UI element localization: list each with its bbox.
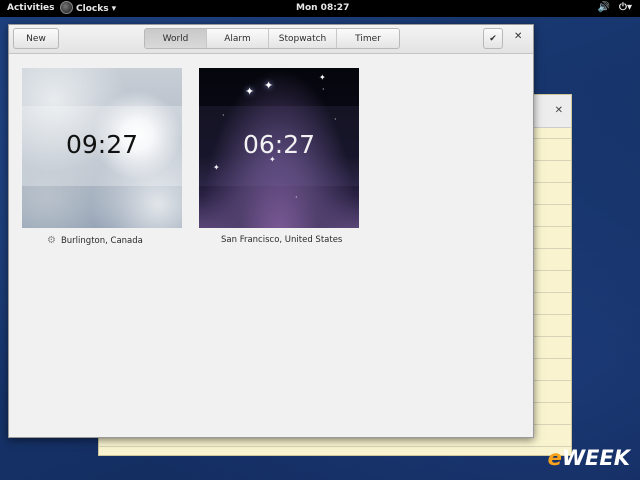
chevron-down-icon: ▾	[111, 3, 117, 14]
star-decoration: ·	[322, 85, 325, 94]
close-icon[interactable]: ✕	[514, 31, 522, 42]
system-status-area[interactable]: 🔊 ⏻▾	[598, 2, 632, 13]
activities-button[interactable]: Activities	[7, 3, 55, 13]
new-button[interactable]: New	[13, 28, 59, 49]
clock-time: 09:27	[65, 130, 139, 159]
top-bar: Activities Clocks ▾ Mon 08:27 🔊 ⏻▾	[0, 0, 640, 17]
star-decoration: ✦	[319, 73, 326, 82]
checkmark-icon: ✔	[489, 33, 497, 44]
clocks-app-icon	[60, 1, 73, 14]
view-switcher: World Alarm Stopwatch Timer	[144, 28, 400, 49]
volume-icon[interactable]: 🔊	[598, 2, 610, 13]
tab-timer[interactable]: Timer	[337, 29, 399, 48]
clocks-window: New World Alarm Stopwatch Timer ✔ ✕ 09:2…	[8, 24, 534, 438]
app-menu[interactable]: Clocks ▾	[60, 1, 117, 14]
clock-location-label: San Francisco, United States	[221, 235, 343, 245]
world-clock-tile[interactable]: 09:27	[22, 68, 182, 228]
star-decoration: ·	[295, 193, 298, 202]
top-bar-clock[interactable]: Mon 08:27	[296, 3, 349, 13]
eweek-logo: eWEEK	[547, 446, 630, 470]
header-bar: New World Alarm Stopwatch Timer ✔ ✕	[9, 25, 533, 54]
power-icon[interactable]: ⏻▾	[619, 2, 632, 13]
world-clock-tile[interactable]: ✦ ✦ ✦ · · · ✦ ✦ · 06:27	[199, 68, 359, 228]
select-button[interactable]: ✔	[483, 28, 503, 49]
star-decoration: ✦	[264, 79, 274, 92]
tab-stopwatch[interactable]: Stopwatch	[269, 29, 337, 48]
tab-alarm[interactable]: Alarm	[207, 29, 269, 48]
clock-location-label: ⚙ Burlington, Canada	[47, 235, 143, 246]
tab-world[interactable]: World	[145, 29, 207, 48]
chevron-down-icon: ▾	[626, 2, 632, 13]
app-menu-label: Clocks	[76, 3, 109, 14]
close-icon[interactable]: ✕	[555, 105, 563, 116]
clock-time: 06:27	[242, 130, 316, 159]
star-decoration: ✦	[245, 85, 255, 98]
gear-icon: ⚙	[47, 235, 56, 246]
